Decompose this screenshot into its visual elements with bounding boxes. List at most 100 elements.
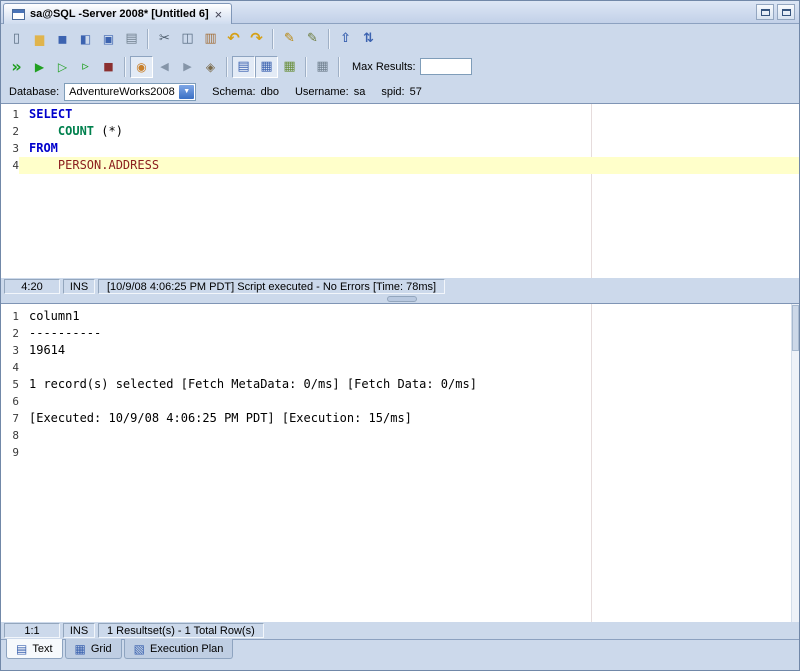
save-button[interactable]: ◼ xyxy=(51,28,74,50)
copy-button[interactable]: ◫ xyxy=(176,28,199,50)
result-text: 1 record(s) selected [Fetch MetaData: 0/… xyxy=(29,377,477,391)
toolbar-separator xyxy=(226,56,228,77)
line-number: 4 xyxy=(12,361,19,374)
format-sql-icon: ✎ xyxy=(284,31,295,46)
open-file-button[interactable]: ▆ xyxy=(28,28,51,50)
uppercase-button[interactable]: ⇧ xyxy=(334,28,357,50)
sort-button[interactable]: ⇅ xyxy=(357,28,380,50)
result-line-6[interactable]: 6 xyxy=(1,393,799,410)
tab-execution-plan[interactable]: ▧ Execution Plan xyxy=(123,639,234,659)
execute-selection-button[interactable]: ▷ xyxy=(51,56,74,78)
commit-icon: ◈ xyxy=(205,59,216,74)
execute-icon: ▶ xyxy=(34,59,45,74)
edit-options-button[interactable]: ✎ xyxy=(301,28,324,50)
save-icon: ◼ xyxy=(57,31,68,46)
maximize-window-button[interactable] xyxy=(777,4,795,20)
schema-label: Schema: xyxy=(212,85,256,98)
commit-button[interactable]: ◈ xyxy=(199,56,222,78)
undo-button[interactable]: ↶ xyxy=(222,28,245,50)
session-tab-title: sa@SQL -Server 2008* [Untitled 6] xyxy=(30,8,209,20)
execution-toolbar: » ▶ ▷ ▹ ■ ◉ ◀ ▶ ◈ ▤ ▦ ▦ ▦ Max Results: xyxy=(1,53,799,80)
result-line-9[interactable]: 9 xyxy=(1,444,799,461)
results-pin-toggle[interactable]: ▦ xyxy=(278,56,301,78)
paste-icon: ▥ xyxy=(204,31,217,46)
max-results-input[interactable] xyxy=(419,58,472,75)
format-sql-button[interactable]: ✎ xyxy=(278,28,301,50)
previous-statement-button[interactable]: ◀ xyxy=(153,56,176,78)
code-text: FROM xyxy=(29,141,58,155)
results-grid-icon: ▦ xyxy=(260,59,273,74)
sort-icon: ⇅ xyxy=(363,31,374,46)
new-file-button[interactable]: ▯ xyxy=(5,28,28,50)
edit-options-icon: ✎ xyxy=(307,31,318,46)
result-line-3[interactable]: 3 19614 xyxy=(1,342,799,359)
save-as-button[interactable]: ▣ xyxy=(97,28,120,50)
open-result-window-button[interactable]: ▦ xyxy=(311,56,334,78)
paste-button[interactable]: ▥ xyxy=(199,28,222,50)
results-scrollbar[interactable] xyxy=(791,304,799,622)
result-tab-bar: ▤ Text ▦ Grid ▧ Execution Plan xyxy=(1,639,799,670)
text-tab-icon: ▤ xyxy=(16,641,28,656)
pin-icon: ◉ xyxy=(136,59,147,74)
line-number: 3 xyxy=(12,142,19,155)
sql-editor[interactable]: 1 SELECT 2 COUNT (*) 3 FROM 4 PERSON.ADDRESS xyxy=(1,103,799,278)
result-line-5[interactable]: 5 1 record(s) selected [Fetch MetaData: 0… xyxy=(1,376,799,393)
pane-splitter[interactable] xyxy=(1,295,799,303)
insert-mode-indicator: INS xyxy=(63,279,95,294)
float-window-icon xyxy=(760,8,770,16)
editor-line-4[interactable]: 4 PERSON.ADDRESS xyxy=(1,157,799,174)
result-text: [Executed: 10/9/08 4:06:25 PM PDT] [Exec… xyxy=(29,411,412,425)
pin-session-toggle[interactable]: ◉ xyxy=(130,55,153,78)
execute-current-button[interactable]: ▹ xyxy=(74,56,97,78)
tab-grid[interactable]: ▦ Grid xyxy=(64,639,122,659)
tab-text[interactable]: ▤ Text xyxy=(6,639,63,659)
database-value: AdventureWorks2008 xyxy=(69,85,175,98)
print-icon: ▤ xyxy=(125,31,138,46)
session-tab[interactable]: sa@SQL -Server 2008* [Untitled 6] × xyxy=(3,3,233,24)
results-pin-icon: ▦ xyxy=(283,59,296,74)
new-file-icon: ▯ xyxy=(12,31,21,46)
results-as-text-toggle[interactable]: ▤ xyxy=(232,55,255,78)
toolbar-separator xyxy=(272,28,274,49)
close-tab-icon[interactable]: × xyxy=(214,8,224,21)
result-line-2[interactable]: 2 ---------- xyxy=(1,325,799,342)
execute-button[interactable]: ▶ xyxy=(28,56,51,78)
result-line-8[interactable]: 8 xyxy=(1,427,799,444)
code-text: SELECT xyxy=(29,107,73,121)
execute-selection-icon: ▷ xyxy=(57,59,68,74)
execute-all-button[interactable]: » xyxy=(5,56,28,78)
database-select[interactable]: AdventureWorks2008 ▼ xyxy=(64,82,197,101)
execute-all-icon: » xyxy=(11,56,22,76)
sql-session-window: sa@SQL -Server 2008* [Untitled 6] × ▯ ▆ ◼ ◧… xyxy=(0,0,800,671)
next-statement-button[interactable]: ▶ xyxy=(176,56,199,78)
results-as-grid-toggle[interactable]: ▦ xyxy=(255,55,278,78)
print-button[interactable]: ▤ xyxy=(120,28,143,50)
editor-line-3[interactable]: 3 FROM xyxy=(1,140,799,157)
redo-button[interactable]: ↷ xyxy=(245,28,268,50)
stop-icon: ■ xyxy=(103,60,114,73)
save-all-button[interactable]: ◧ xyxy=(74,28,97,50)
grid-tab-icon: ▦ xyxy=(74,641,86,656)
result-line-1[interactable]: 1 column1 xyxy=(1,308,799,325)
cut-button[interactable]: ✂ xyxy=(153,28,176,50)
result-line-7[interactable]: 7 [Executed: 10/9/08 4:06:25 PM PDT] [Exe… xyxy=(1,410,799,427)
result-text xyxy=(19,393,799,410)
main-toolbar: ▯ ▆ ◼ ◧ ▣ ▤ ✂ ◫ ▥ ↶ ↷ ✎ ✎ ⇧ ⇅ xyxy=(1,24,799,53)
chevron-down-icon: ▼ xyxy=(179,84,195,99)
line-number: 7 xyxy=(12,412,19,425)
session-app-icon xyxy=(12,8,25,20)
result-window-icon: ▦ xyxy=(316,59,329,74)
splitter-grip-icon[interactable] xyxy=(387,296,417,302)
result-line-4[interactable]: 4 xyxy=(1,359,799,376)
result-text: column1 xyxy=(29,309,80,323)
editor-line-2[interactable]: 2 COUNT (*) xyxy=(1,123,799,140)
username-label: Username: xyxy=(294,85,349,98)
results-scrollbar-thumb[interactable] xyxy=(792,305,799,351)
code-text: COUNT (*) xyxy=(57,124,123,138)
float-window-button[interactable] xyxy=(756,4,774,20)
tab-text-label: Text xyxy=(32,642,53,655)
stop-button[interactable]: ■ xyxy=(97,56,120,78)
result-text: 19614 xyxy=(29,343,66,357)
results-text-pane[interactable]: 1 column1 2 ---------- 3 19614 4 5 1 record(s) s… xyxy=(1,303,799,622)
editor-line-1[interactable]: 1 SELECT xyxy=(1,106,799,123)
